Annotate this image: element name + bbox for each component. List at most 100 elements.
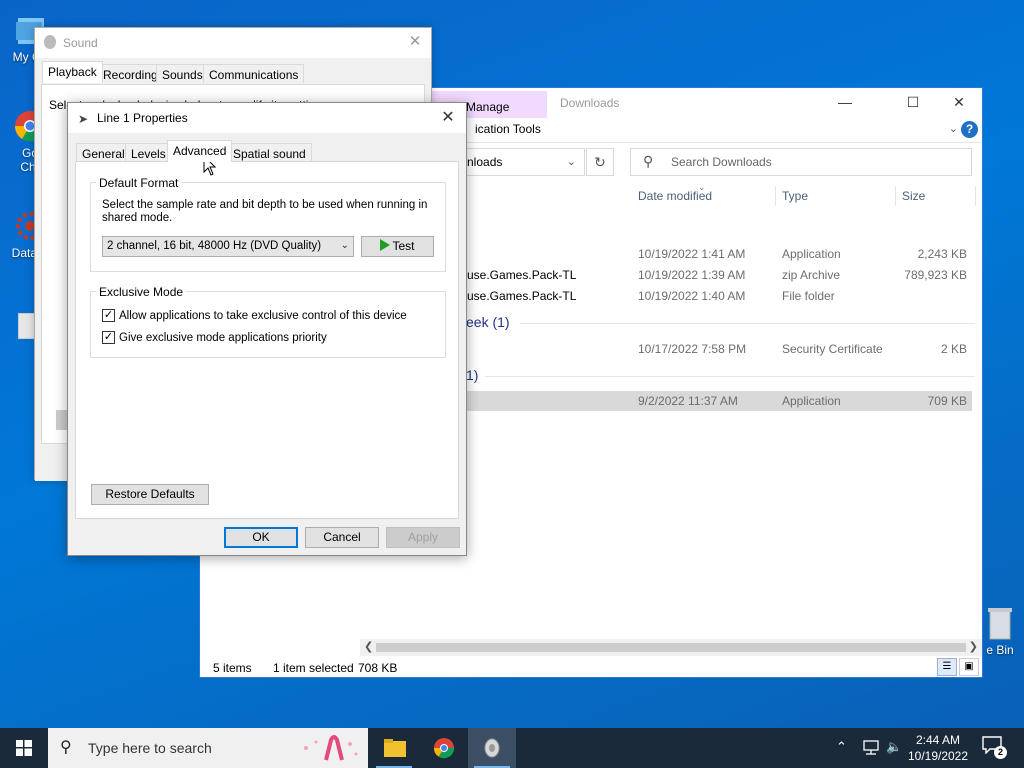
exclusive-mode-title: Exclusive Mode — [96, 285, 187, 299]
restore-defaults-button[interactable]: Restore Defaults — [91, 484, 209, 505]
exclusive-mode-group — [90, 291, 446, 358]
file-name: use.Games.Pack-TL — [467, 289, 577, 303]
allow-exclusive-label[interactable]: Allow applications to take exclusive con… — [119, 310, 407, 322]
audio-jack-icon: ➤ — [78, 112, 89, 126]
ribbon-tab-application-tools[interactable]: ication Tools — [475, 122, 541, 136]
file-type: zip Archive — [782, 268, 841, 282]
search-icon: ⚲ — [60, 739, 72, 756]
close-icon: ✕ — [441, 109, 455, 126]
start-button[interactable] — [0, 728, 48, 768]
file-size: 2,243 KB — [917, 247, 967, 261]
column-header-size[interactable]: Size — [902, 189, 925, 203]
status-bar: 5 items 1 item selected 708 KB — [200, 658, 982, 678]
default-format-group — [90, 182, 446, 272]
close-button[interactable]: ✕ — [403, 32, 427, 50]
close-button[interactable]: ✕ — [936, 88, 982, 118]
sound-titlebar[interactable]: Sound ✕ — [35, 28, 431, 58]
file-date: 9/2/2022 11:37 AM — [638, 394, 738, 408]
tab-sounds[interactable]: Sounds — [156, 64, 209, 83]
file-date: 10/19/2022 1:41 AM — [638, 247, 746, 261]
group-divider — [520, 323, 975, 324]
column-separator[interactable] — [975, 186, 976, 206]
file-date: 10/17/2022 7:58 PM — [638, 342, 747, 356]
file-type: File folder — [782, 289, 835, 303]
window-title: Downloads — [560, 96, 620, 110]
desktop-icon-recycle-bin[interactable]: e Bin — [976, 605, 1024, 657]
file-date: 10/19/2022 1:40 AM — [638, 289, 746, 303]
pink-ribbon-icon — [304, 735, 358, 761]
scrollbar-thumb[interactable] — [376, 643, 966, 652]
search-input[interactable]: ⚲ Search Downloads — [630, 148, 972, 176]
default-format-title: Default Format — [96, 176, 182, 190]
sort-chevron-icon: ⌄ — [698, 182, 706, 192]
checkmark-icon: ✓ — [103, 309, 114, 321]
refresh-icon: ↻ — [594, 154, 606, 170]
tab-general[interactable]: General — [76, 143, 131, 162]
taskbar-sound-settings[interactable] — [468, 728, 516, 768]
clock-time: 2:44 AM — [915, 733, 961, 747]
horizontal-scrollbar[interactable]: ❮ ❯ — [360, 639, 982, 656]
close-icon: ✕ — [408, 33, 422, 50]
test-label: Test — [392, 239, 415, 253]
tab-advanced[interactable]: Advanced — [167, 140, 233, 162]
taskbar: ⚲ Type here to search ⌃ 🔈 2:44 AM 10/19/… — [0, 728, 1024, 768]
taskbar-search-placeholder: Type here to search — [88, 740, 212, 756]
minimize-button[interactable]: — — [822, 88, 868, 118]
help-icon[interactable]: ? — [961, 121, 978, 138]
status-selected: 1 item selected — [273, 661, 354, 675]
scroll-right-icon[interactable]: ❯ — [969, 640, 978, 653]
tab-communications[interactable]: Communications — [203, 64, 305, 83]
column-separator[interactable] — [895, 186, 896, 206]
maximize-icon: ☐ — [906, 94, 920, 110]
status-size: 708 KB — [358, 661, 398, 675]
taskbar-clock[interactable]: 2:44 AM 10/19/2022 — [900, 732, 976, 764]
scroll-left-icon[interactable]: ❮ — [364, 640, 373, 653]
file-type: Application — [782, 247, 841, 261]
large-icons-view-icon: ▣ — [964, 661, 974, 672]
ok-button[interactable]: OK — [224, 527, 298, 548]
refresh-button[interactable]: ↻ — [586, 148, 614, 176]
ribbon-expand-chevron-icon[interactable]: ⌄ — [949, 122, 958, 135]
exclusive-priority-label[interactable]: Give exclusive mode applications priorit… — [119, 332, 327, 344]
recycle-bin-icon — [988, 608, 1012, 640]
details-view-button[interactable]: ☰ — [937, 658, 957, 676]
chevron-down-icon[interactable]: ⌄ — [567, 155, 576, 168]
tab-spatial-sound[interactable]: Spatial sound — [227, 143, 312, 162]
search-icon: ⚲ — [643, 153, 654, 169]
column-separator[interactable] — [775, 186, 776, 206]
apply-button[interactable]: Apply — [386, 527, 460, 548]
status-item-count: 5 items — [213, 661, 252, 675]
network-icon — [863, 740, 879, 755]
taskbar-file-explorer[interactable] — [370, 728, 418, 768]
file-name: use.Games.Pack-TL — [467, 268, 577, 282]
exclusive-priority-checkbox[interactable]: ✓ — [102, 331, 115, 344]
large-icons-view-button[interactable]: ▣ — [959, 658, 979, 676]
clock-date: 10/19/2022 — [907, 749, 969, 763]
group-header-earlier[interactable]: 1) — [466, 367, 478, 383]
action-center-button[interactable]: 2 — [982, 736, 1007, 759]
file-size: 709 KB — [927, 394, 967, 408]
folder-icon — [384, 739, 406, 757]
default-format-description: Select the sample rate and bit depth to … — [102, 199, 428, 224]
maximize-button[interactable]: ☐ — [890, 88, 936, 118]
taskbar-search-input[interactable]: ⚲ Type here to search — [48, 728, 368, 768]
tab-levels[interactable]: Levels — [125, 143, 172, 162]
cancel-button[interactable]: Cancel — [305, 527, 379, 548]
group-header-last-week[interactable]: eek (1) — [466, 314, 510, 330]
speaker-settings-icon — [484, 738, 500, 758]
tab-recording[interactable]: Recording — [97, 64, 164, 83]
allow-exclusive-checkbox[interactable]: ✓ — [102, 309, 115, 322]
details-view-icon: ☰ — [942, 661, 952, 672]
sample-rate-select[interactable]: 2 channel, 16 bit, 48000 Hz (DVD Quality… — [102, 236, 354, 257]
file-row-selected[interactable]: 9/2/2022 11:37 AM Application 709 KB — [466, 391, 972, 411]
tab-playback[interactable]: Playback — [42, 61, 103, 83]
window-title: Sound — [63, 36, 98, 50]
line1-properties-dialog[interactable]: ➤ Line 1 Properties ✕ General Levels Adv… — [67, 102, 467, 556]
props-titlebar[interactable]: ➤ Line 1 Properties ✕ — [68, 103, 466, 133]
taskbar-chrome[interactable] — [420, 728, 468, 768]
desktop-icon-label: e Bin — [986, 643, 1014, 657]
advanced-panel: Default Format Select the sample rate an… — [75, 161, 459, 519]
column-header-type[interactable]: Type — [782, 189, 808, 203]
close-button[interactable]: ✕ — [436, 107, 460, 127]
test-button[interactable]: Test — [361, 236, 434, 257]
